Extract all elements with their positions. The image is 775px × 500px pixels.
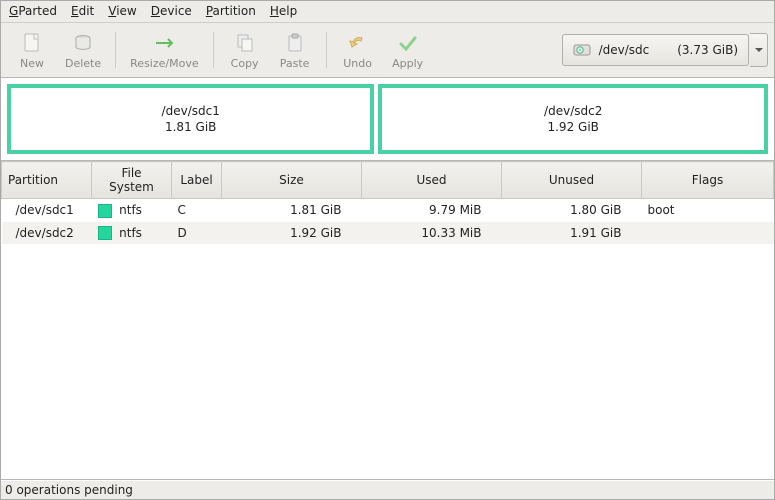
apply-icon — [396, 31, 420, 55]
partition-table: Partition File System Label Size Used Un… — [1, 161, 774, 480]
cell-size: 1.92 GiB — [222, 222, 362, 245]
table-row[interactable]: /dev/sdc1 ntfs C 1.81 GiB 9.79 MiB 1.80 … — [2, 199, 774, 222]
resize-move-label: Resize/Move — [130, 57, 198, 70]
fs-name: ntfs — [119, 203, 142, 217]
copy-icon — [233, 31, 257, 55]
chevron-down-icon — [755, 46, 763, 54]
table-header-row: Partition File System Label Size Used Un… — [2, 162, 774, 199]
fs-name: ntfs — [119, 226, 142, 240]
harddisk-icon — [573, 41, 591, 59]
apply-label: Apply — [392, 57, 423, 70]
partition-block-size: 1.81 GiB — [165, 119, 216, 135]
menu-view[interactable]: View — [108, 4, 136, 18]
cell-used: 10.33 MiB — [362, 222, 502, 245]
fs-color-swatch — [98, 204, 112, 218]
cell-used: 9.79 MiB — [362, 199, 502, 222]
undo-label: Undo — [343, 57, 372, 70]
col-label[interactable]: Label — [172, 162, 222, 199]
device-size: (3.73 GiB) — [677, 43, 738, 57]
col-size[interactable]: Size — [222, 162, 362, 199]
apply-button[interactable]: Apply — [384, 27, 432, 73]
cell-flags: boot — [642, 199, 774, 222]
menu-help[interactable]: Help — [270, 4, 297, 18]
col-used[interactable]: Used — [362, 162, 502, 199]
new-label: New — [20, 57, 44, 70]
device-name: /dev/sdc — [599, 43, 650, 57]
resize-move-icon — [152, 31, 176, 55]
toolbar-separator — [115, 32, 116, 68]
toolbar-separator — [213, 32, 214, 68]
cell-unused: 1.91 GiB — [502, 222, 642, 245]
menubar: GParted Edit View Device Partition Help — [1, 1, 774, 23]
undo-button[interactable]: Undo — [334, 27, 382, 73]
partition-block-sdc2[interactable]: /dev/sdc2 1.92 GiB — [378, 84, 768, 154]
resize-move-button[interactable]: Resize/Move — [123, 27, 205, 73]
menu-gparted[interactable]: GParted — [9, 4, 57, 18]
new-button[interactable]: New — [8, 27, 56, 73]
cell-partition: /dev/sdc1 — [2, 199, 92, 222]
menu-partition[interactable]: Partition — [206, 4, 256, 18]
cell-filesystem: ntfs — [92, 199, 172, 222]
cell-size: 1.81 GiB — [222, 199, 362, 222]
table-row[interactable]: /dev/sdc2 ntfs D 1.92 GiB 10.33 MiB 1.91… — [2, 222, 774, 245]
cell-flags — [642, 222, 774, 245]
delete-button[interactable]: Delete — [58, 27, 108, 73]
menu-edit[interactable]: Edit — [71, 4, 94, 18]
menu-device[interactable]: Device — [151, 4, 192, 18]
fs-color-swatch — [98, 226, 112, 240]
delete-icon — [71, 31, 95, 55]
toolbar: New Delete Resize/Move Copy Paste Undo — [1, 23, 774, 78]
col-flags[interactable]: Flags — [642, 162, 774, 199]
device-dropdown-arrow[interactable] — [750, 33, 768, 67]
copy-label: Copy — [231, 57, 259, 70]
status-bar: 0 operations pending — [1, 480, 774, 499]
paste-icon — [283, 31, 307, 55]
undo-icon — [346, 31, 370, 55]
cell-filesystem: ntfs — [92, 222, 172, 245]
partition-map: /dev/sdc1 1.81 GiB /dev/sdc2 1.92 GiB — [1, 78, 774, 161]
copy-button[interactable]: Copy — [221, 27, 269, 73]
cell-partition: /dev/sdc2 — [2, 222, 92, 245]
device-selector[interactable]: /dev/sdc (3.73 GiB) — [562, 34, 749, 66]
paste-button[interactable]: Paste — [271, 27, 319, 73]
partition-block-size: 1.92 GiB — [547, 119, 598, 135]
status-text: 0 operations pending — [5, 483, 133, 497]
partition-block-name: /dev/sdc2 — [544, 103, 602, 119]
col-unused[interactable]: Unused — [502, 162, 642, 199]
new-icon — [20, 31, 44, 55]
cell-label: D — [172, 222, 222, 245]
cell-label: C — [172, 199, 222, 222]
partition-block-sdc1[interactable]: /dev/sdc1 1.81 GiB — [7, 84, 374, 154]
col-partition[interactable]: Partition — [2, 162, 92, 199]
paste-label: Paste — [280, 57, 310, 70]
partition-block-name: /dev/sdc1 — [162, 103, 220, 119]
toolbar-separator — [326, 32, 327, 68]
delete-label: Delete — [65, 57, 101, 70]
col-filesystem[interactable]: File System — [92, 162, 172, 199]
cell-unused: 1.80 GiB — [502, 199, 642, 222]
